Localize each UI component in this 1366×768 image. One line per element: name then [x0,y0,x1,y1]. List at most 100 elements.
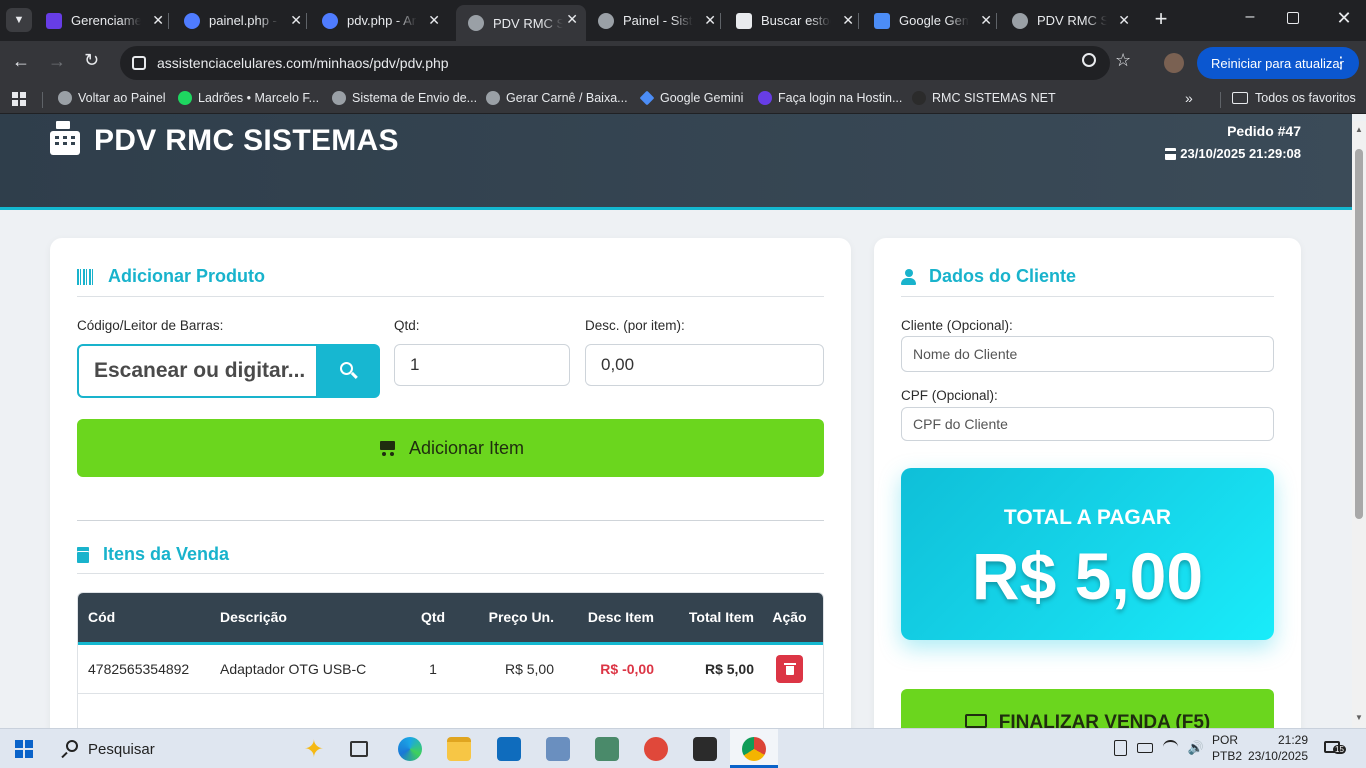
add-item-label: Adicionar Item [408,437,525,458]
edge-icon[interactable] [398,737,422,761]
bookmark-item[interactable]: Faça login na Hostin... [758,91,902,105]
add-item-button[interactable]: Adicionar Item [77,419,824,477]
browser-tab[interactable]: Painel - Siste ✕ [586,6,724,35]
barcode-icon [77,268,95,285]
finalize-sale-button[interactable]: FINALIZAR VENDA (F5) [901,689,1274,728]
hostinger-icon [46,12,62,29]
customer-name-input[interactable]: Nome do Cliente [901,336,1274,372]
close-tab-icon[interactable]: ✕ [428,12,440,29]
battery-saver-icon[interactable] [1114,740,1128,756]
restore-button[interactable] [1287,12,1299,24]
file-explorer-icon[interactable] [447,737,471,761]
page-content: PDV RMC SISTEMAS Pedido #47 23/10/2025 2… [0,114,1352,728]
bookmark-favicon-icon [758,91,772,105]
close-tab-icon[interactable]: ✕ [290,12,302,29]
bookmark-item[interactable]: Google Gemini [639,90,743,106]
close-tab-icon[interactable]: ✕ [566,11,578,28]
task-view-icon[interactable] [350,741,368,757]
back-button[interactable]: ← [12,51,34,73]
browser-tab[interactable]: PDV RMC Sis✕ [456,5,586,41]
update-button[interactable]: Reiniciar para atualizar ⋮ [1197,47,1359,79]
page-title: PDV RMC SISTEMAS [94,124,399,157]
order-number: Pedido #47 [1227,123,1301,139]
globe-icon [468,15,484,31]
notifications-button[interactable]: 15 [1324,739,1346,757]
language-indicator[interactable]: POR PTB2 [1212,732,1242,764]
scroll-up-icon[interactable]: ▲ [1355,125,1363,134]
cpf-input[interactable]: CPF do Cliente [901,407,1274,441]
close-window-button[interactable]: ✕ [1334,8,1354,28]
control-panel-icon[interactable] [595,737,619,761]
tab-search-button[interactable]: ▼ [6,8,32,32]
browser-tab[interactable]: Buscar estoq ✕ [724,6,862,35]
bookmark-item[interactable]: Voltar ao Painel [58,91,166,105]
apps-grid-icon[interactable] [12,92,26,106]
bookmark-item[interactable]: Ladrões • Marcelo F... [178,91,319,105]
close-tab-icon[interactable]: ✕ [704,12,716,29]
bookmark-item[interactable]: Sistema de Envio de... [332,91,477,105]
more-bookmarks-icon[interactable]: » [1185,90,1193,106]
snipping-tool-icon[interactable] [644,737,668,761]
bookmark-item[interactable]: Gerar Carnê / Baixa... [486,91,628,105]
gemini-icon [874,12,890,29]
reload-button[interactable]: ↻ [84,50,106,72]
bookmark-favicon-icon [58,91,72,105]
wifi-icon[interactable] [1162,740,1178,754]
browser-tab[interactable]: pdv.php - Ar ✕ [310,6,448,35]
datetime-text: 23/10/2025 21:29:08 [1180,146,1301,161]
bookmark-star-icon[interactable]: ☆ [1115,50,1131,71]
browser-tab[interactable]: Gerenciamento ✕ [34,6,172,35]
browser-tab[interactable]: painel.php - Ar ✕ [172,6,310,35]
barcode-input[interactable]: Escanear ou digitar... [77,344,318,398]
col-discount: Desc Item [587,609,654,626]
bookmarks-bar: Voltar ao Painel Ladrões • Marcelo F... Si… [0,85,1366,114]
qty-input[interactable]: 1 [394,344,570,386]
all-favorites-folder[interactable]: Todos os favoritos [1232,91,1356,105]
arrow-right-icon: → [48,51,66,71]
minimize-button[interactable]: – [1240,8,1260,28]
forward-button[interactable]: → [48,51,70,73]
volume-icon[interactable]: 🔊 [1188,740,1204,758]
browser-tab[interactable]: PDV RMC Sis ✕ [1000,6,1138,35]
close-tab-icon[interactable]: ✕ [152,12,164,29]
scroll-down-icon[interactable]: ▼ [1355,713,1363,722]
bookmark-item[interactable]: RMC SISTEMAS NET [912,91,1056,105]
close-tab-icon[interactable]: ✕ [980,12,992,29]
bookmark-label: Ladrões • Marcelo F... [198,91,320,105]
tab-separator [858,13,859,29]
windows-start-icon[interactable] [15,740,33,758]
discount-label: Desc. (por item): [585,318,685,333]
delete-item-button[interactable] [776,654,803,683]
browser-tab[interactable]: Google Gem ✕ [862,6,1000,35]
battery-icon[interactable] [1137,743,1153,753]
search-product-button[interactable] [317,344,380,398]
customer-name-placeholder: Nome do Cliente [913,346,1018,362]
clock[interactable]: 21:29 23/10/2025 [1246,732,1308,764]
zoom-icon[interactable] [1082,53,1096,67]
terminal-icon[interactable] [693,737,717,761]
network-app-icon[interactable] [546,737,570,761]
close-tab-icon[interactable]: ✕ [1118,12,1130,29]
bookmarks-divider [42,92,43,108]
outlook-icon[interactable] [497,737,521,761]
cpf-placeholder: CPF do Cliente [913,416,1008,432]
tab-title: PDV RMC Sis [1037,13,1107,28]
bookmark-label: Gerar Carnê / Baixa... [506,91,628,105]
close-tab-icon[interactable]: ✕ [842,12,854,29]
chrome-icon[interactable] [742,737,766,761]
search-icon [61,740,80,759]
address-bar[interactable]: assistenciacelulares.com/minhaos/pdv/pdv… [120,46,1131,80]
taskbar-search[interactable]: Pesquisar ✦ [52,733,330,765]
site-info-icon[interactable] [132,56,146,70]
new-tab-button[interactable]: + [1150,8,1172,32]
scrollbar-thumb[interactable] [1355,149,1363,519]
add-product-heading: Adicionar Produto [77,266,265,287]
kebab-menu-icon: ⋮ [1333,55,1349,72]
sale-items-heading: Itens da Venda [77,544,229,565]
col-qty: Qtd [420,609,446,626]
discount-input[interactable]: 0,00 [585,344,824,386]
qty-label: Qtd: [394,318,420,333]
profile-avatar[interactable] [1164,53,1184,73]
cash-register-icon [50,121,80,155]
page-scrollbar[interactable]: ▲ ▼ [1352,121,1366,728]
